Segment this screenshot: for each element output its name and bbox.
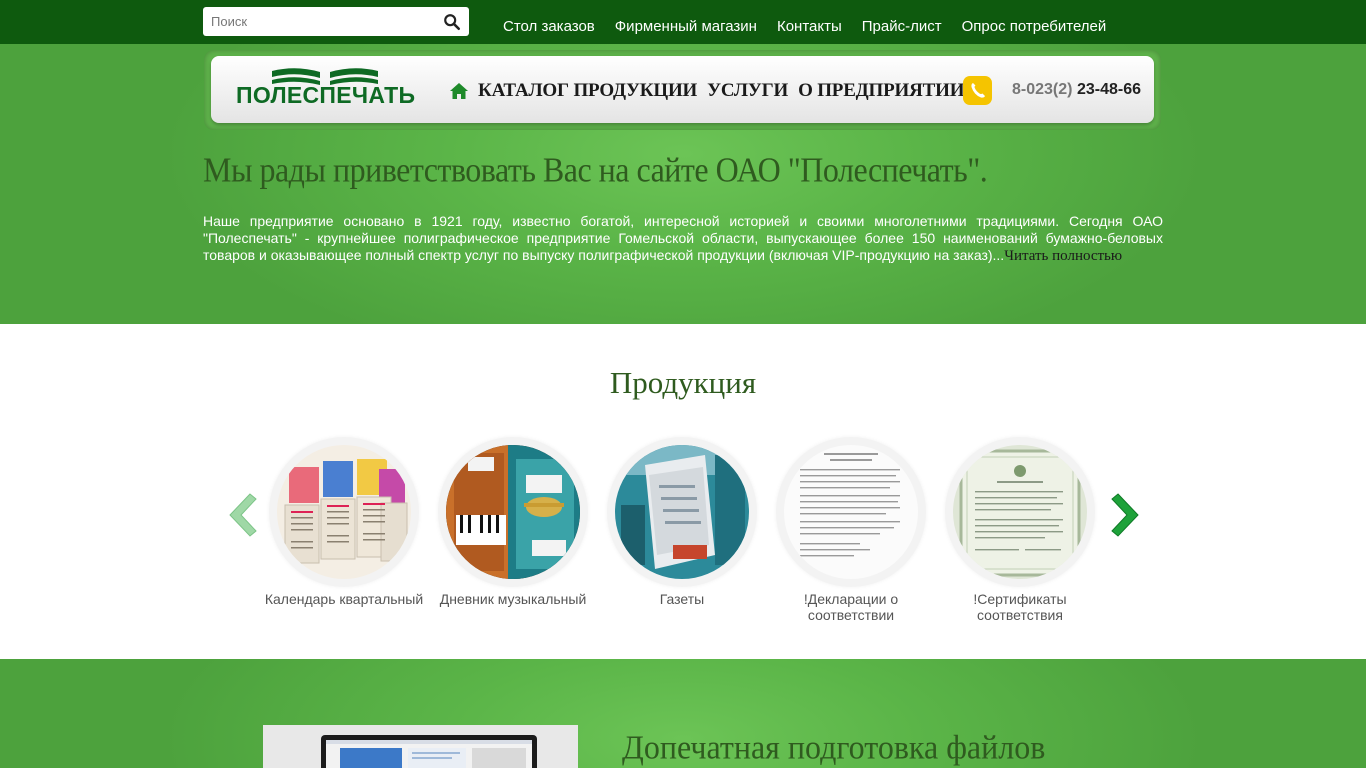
monitor-image [321,735,537,768]
product-label[interactable]: !Сертификаты соответствия [940,591,1100,623]
product-label[interactable]: !Декларации о соответствии [771,591,931,623]
home-icon[interactable] [449,81,469,101]
product-item[interactable]: !Сертификаты соответствия [940,437,1100,623]
product-image-frame[interactable] [438,437,588,587]
product-item[interactable]: Календарь квартальный [264,437,424,607]
music-diary-product-image[interactable] [446,445,580,579]
calendar-product-image[interactable] [277,445,411,579]
product-label[interactable]: Газеты [602,591,762,607]
top-nav-contacts[interactable]: Контакты [777,18,842,35]
phone-number[interactable]: 8-023(2) 23-48-66 [1012,81,1141,99]
top-nav: Стол заказов Фирменный магазин Контакты … [493,18,1116,35]
nav-catalog[interactable]: КАТАЛОГ ПРОДУКЦИИ [478,80,697,102]
product-item[interactable]: Газеты [602,437,762,607]
product-image-frame[interactable] [607,437,757,587]
carousel-next-arrow-icon[interactable] [1110,492,1142,538]
product-item[interactable]: Дневник музыкальный [433,437,593,607]
carousel-prev-arrow-icon[interactable] [226,492,258,538]
product-label[interactable]: Календарь квартальный [264,591,424,607]
read-more-link[interactable]: Читать полностью [1004,248,1122,264]
nav-services[interactable]: УСЛУГИ [707,80,788,102]
welcome-title: Мы рады приветствовать Вас на сайте ОАО … [203,150,988,189]
search-icon[interactable] [443,13,461,31]
newspapers-product-image[interactable] [615,445,749,579]
product-item[interactable]: !Декларации о соответствии [771,437,931,623]
top-bar: Стол заказов Фирменный магазин Контакты … [0,0,1366,44]
products-title: Продукция [609,365,757,400]
search-input[interactable] [203,7,433,36]
logo-text[interactable]: ПОЛЕСПЕЧАТЬ [236,82,415,109]
prepress-image [263,725,578,768]
product-image-frame[interactable] [776,437,926,587]
phone-main: 23-48-66 [1076,81,1141,98]
monitor-screen [326,740,532,768]
certificates-product-image[interactable] [953,445,1087,579]
phone-icon [963,76,992,105]
top-nav-shop[interactable]: Фирменный магазин [615,18,757,35]
intro-text: Наше предприятие основано в 1921 году, и… [203,213,1163,265]
top-nav-orders[interactable]: Стол заказов [503,18,595,35]
prepress-title: Допечатная подготовка файлов [622,728,1046,766]
search-box [203,7,469,36]
product-label[interactable]: Дневник музыкальный [433,591,593,607]
top-nav-pricelist[interactable]: Прайс-лист [862,18,942,35]
main-nav: КАТАЛОГ ПРОДУКЦИИ УСЛУГИ О ПРЕДПРИЯТИИ [449,80,974,102]
product-image-frame[interactable] [945,437,1095,587]
nav-about[interactable]: О ПРЕДПРИЯТИИ [798,80,964,102]
declarations-product-image[interactable] [784,445,918,579]
product-image-frame[interactable] [269,437,419,587]
top-nav-survey[interactable]: Опрос потребителей [962,18,1107,35]
phone-prefix: 8-023(2) [1012,81,1073,98]
